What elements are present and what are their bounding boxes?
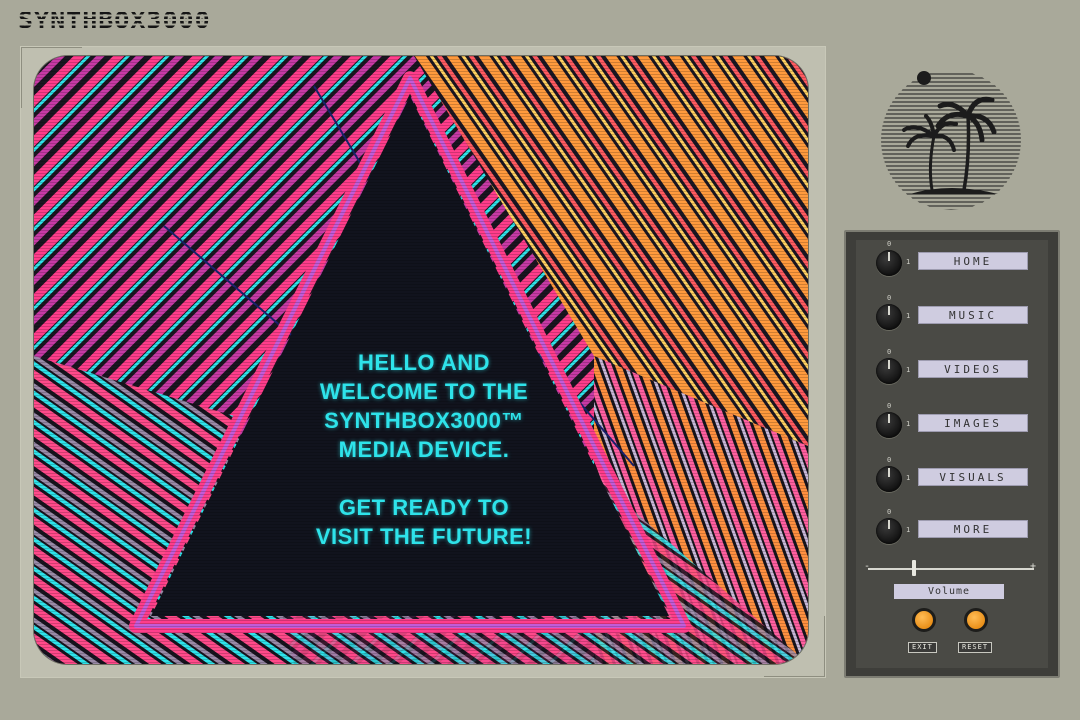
nav-row-visuals: 0 1 VISUALS (846, 452, 1046, 492)
knob-min-label: 0 (887, 294, 892, 302)
main-screen: HELLO AND WELCOME TO THE SYNTHBOX3000™ M… (34, 56, 808, 664)
control-panel: 0 1 HOME 0 1 MUSIC 0 1 VIDEOS 0 1 IMAGES (844, 230, 1060, 678)
knob-dial[interactable] (876, 358, 902, 384)
slider-max-label: + (1030, 561, 1037, 572)
knob-max-label: 1 (906, 474, 911, 482)
nav-row-more: 0 1 MORE (846, 504, 1046, 544)
welcome-line (274, 464, 574, 493)
knob-dial[interactable] (876, 518, 902, 544)
nav-button-visuals[interactable]: VISUALS (918, 468, 1028, 486)
nav-button-more[interactable]: MORE (918, 520, 1028, 538)
knob-max-label: 1 (906, 258, 911, 266)
welcome-line: VISIT THE FUTURE! (315, 524, 533, 549)
knob-min-label: 0 (887, 402, 892, 410)
volume-label: Volume (894, 584, 1004, 599)
knob-max-label: 1 (906, 526, 911, 534)
knob-max-label: 1 (906, 312, 911, 320)
knob-dial[interactable] (876, 250, 902, 276)
slider-min-label: - (864, 561, 871, 572)
nav-row-music: 0 1 MUSIC (846, 290, 1046, 330)
nav-button-videos[interactable]: VIDEOS (918, 360, 1028, 378)
exit-button[interactable] (912, 608, 936, 632)
nav-row-images: 0 1 IMAGES (846, 398, 1046, 438)
rotary-knob[interactable]: 0 1 (872, 240, 911, 282)
welcome-line: GET READY TO (338, 495, 510, 520)
welcome-line: SYNTHBOX3000™ (324, 408, 524, 433)
knob-max-label: 1 (906, 420, 911, 428)
volume-slider-thumb[interactable] (912, 560, 917, 576)
nav-row-home: 0 1 HOME (846, 236, 1046, 276)
exit-label: EXIT (908, 642, 937, 653)
rotary-knob[interactable]: 0 1 (872, 402, 911, 444)
welcome-line: WELCOME TO THE (319, 379, 529, 404)
knob-dial[interactable] (876, 304, 902, 330)
knob-dial[interactable] (876, 412, 902, 438)
rotary-knob[interactable]: 0 1 (872, 348, 911, 390)
nav-button-images[interactable]: IMAGES (918, 414, 1028, 432)
knob-dial[interactable] (876, 466, 902, 492)
palm-trees-sunset-icon (881, 70, 1021, 210)
reset-button[interactable] (964, 608, 988, 632)
knob-max-label: 1 (906, 366, 911, 374)
rotary-knob[interactable]: 0 1 (872, 508, 911, 550)
welcome-line: HELLO AND (357, 350, 490, 375)
rotary-knob[interactable]: 0 1 (872, 294, 911, 336)
knob-min-label: 0 (887, 240, 892, 248)
knob-min-label: 0 (887, 508, 892, 516)
nav-button-music[interactable]: MUSIC (918, 306, 1028, 324)
synthbox-logo: SYNTHBOX3000 (18, 7, 211, 34)
nav-row-videos: 0 1 VIDEOS (846, 344, 1046, 384)
welcome-message: HELLO AND WELCOME TO THE SYNTHBOX3000™ M… (274, 348, 574, 551)
welcome-line: MEDIA DEVICE. (338, 437, 510, 462)
reset-label: RESET (958, 642, 993, 653)
knob-min-label: 0 (887, 456, 892, 464)
nav-button-home[interactable]: HOME (918, 252, 1028, 270)
volume-slider-track[interactable] (868, 568, 1034, 570)
knob-min-label: 0 (887, 348, 892, 356)
rotary-knob[interactable]: 0 1 (872, 456, 911, 498)
